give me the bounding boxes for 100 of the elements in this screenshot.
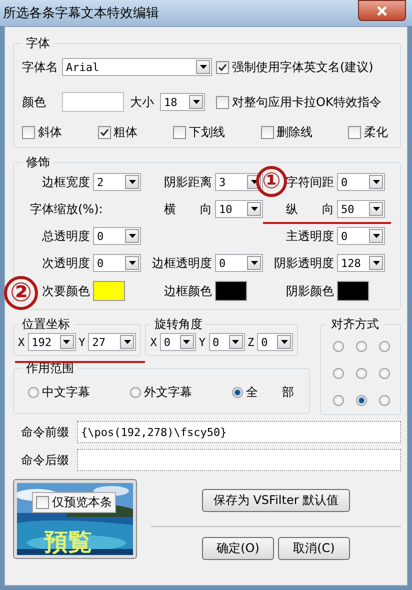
- annotation-number: ②: [4, 276, 38, 310]
- radio-button[interactable]: [28, 387, 39, 398]
- field-label: 边框透明度: [152, 254, 212, 272]
- field-label: 阴影距离: [164, 174, 212, 190]
- alignment-radio[interactable]: [356, 341, 367, 352]
- caret-icon: [125, 229, 139, 243]
- field-label: 命令前缀: [21, 424, 69, 440]
- checkbox-label: 粗体: [114, 124, 138, 141]
- group-title: 旋转角度: [153, 316, 204, 333]
- preview-caption: 預覧: [44, 527, 92, 558]
- field-label: 阴影透明度: [274, 254, 334, 272]
- dropdown[interactable]: 192: [28, 333, 76, 351]
- caret-icon: [125, 256, 139, 270]
- radio-button[interactable]: [232, 387, 243, 398]
- field-label: 次透明度: [42, 254, 90, 272]
- alignment-radio[interactable]: [379, 341, 390, 352]
- cancel-button[interactable]: 取消(C): [278, 537, 350, 560]
- field-label: 命令后缀: [21, 452, 69, 468]
- checkbox-label: 强制使用字体英文名(建议): [232, 58, 374, 76]
- alignment-radio[interactable]: [333, 395, 344, 406]
- dropdown[interactable]: 27: [88, 333, 136, 351]
- field-label: 边框宽度: [42, 174, 90, 190]
- radio-label: 中文字幕: [42, 384, 90, 401]
- dropdown[interactable]: 3: [215, 173, 263, 191]
- dropdown[interactable]: 2: [93, 173, 141, 191]
- close-icon: [376, 6, 388, 16]
- radio-button[interactable]: [130, 387, 141, 398]
- ok-button[interactable]: 确定(O): [202, 537, 274, 560]
- preview-button[interactable]: 仅预览本条 預覧: [13, 479, 137, 559]
- checkbox[interactable]: [216, 96, 229, 108]
- checkbox-label: 下划线: [189, 124, 225, 141]
- group-title: 字体: [25, 35, 51, 52]
- radio-label: 全 部: [246, 384, 294, 401]
- dropdown[interactable]: 0: [160, 333, 196, 351]
- checkbox[interactable]: [22, 126, 35, 139]
- field-label: 大小: [130, 94, 154, 110]
- checkbox-label: 删除线: [276, 124, 312, 141]
- checkbox-label: 仅预览本条: [52, 494, 112, 511]
- prefix-field[interactable]: {\pos(192,278)\fscy50}: [77, 421, 401, 443]
- dropdown[interactable]: 0: [93, 227, 141, 245]
- caret-icon: [180, 335, 194, 349]
- dropdown[interactable]: 128: [337, 254, 385, 272]
- color-swatch[interactable]: [337, 281, 369, 301]
- dropdown[interactable]: Arial: [62, 58, 212, 76]
- checkbox[interactable]: [173, 126, 186, 139]
- checkbox[interactable]: [260, 126, 274, 139]
- dropdown[interactable]: 0: [215, 254, 263, 272]
- caret-icon: [60, 335, 74, 349]
- field-label: 字体缩放(%):: [30, 200, 104, 218]
- checkbox[interactable]: [36, 496, 49, 509]
- dropdown[interactable]: 0: [337, 173, 385, 191]
- field-label: 字体名: [22, 58, 58, 76]
- alignment-radio[interactable]: [379, 368, 390, 379]
- radio-label: 外文字幕: [144, 384, 192, 401]
- caret-icon: [369, 229, 383, 243]
- save-default-button[interactable]: 保存为 VSFilter 默认值: [202, 489, 350, 512]
- annotation-number: ①: [256, 166, 287, 197]
- caret-icon: [228, 335, 242, 349]
- suffix-field[interactable]: [77, 449, 401, 471]
- alignment-radio[interactable]: [356, 368, 367, 379]
- axis-label: Y: [198, 336, 206, 348]
- field-label: 主透明度: [286, 228, 334, 244]
- group-title: 修饰: [25, 154, 51, 171]
- caret-icon: [120, 335, 134, 349]
- caret-icon: [247, 202, 261, 216]
- dropdown[interactable]: 0: [208, 333, 244, 351]
- dropdown[interactable]: 50: [337, 200, 385, 218]
- dropdown[interactable]: 18: [160, 93, 205, 111]
- group-title: 对齐方式: [330, 316, 380, 333]
- caret-icon: [247, 256, 261, 270]
- caret-icon: [369, 202, 383, 216]
- color-swatch[interactable]: [62, 92, 124, 112]
- caret-icon: [196, 60, 210, 74]
- alignment-radio[interactable]: [356, 395, 367, 406]
- field-label: 颜色: [22, 94, 47, 110]
- window-title: 所选各条字幕文本特效编辑: [3, 5, 159, 22]
- color-swatch[interactable]: [93, 281, 125, 301]
- group-title: 位置坐标: [21, 316, 71, 333]
- field-label: 纵 向: [286, 200, 334, 218]
- field-label: 横 向: [164, 200, 212, 218]
- alignment-radio[interactable]: [379, 395, 390, 406]
- field-label: 边框颜色: [164, 282, 212, 300]
- alignment-radio[interactable]: [333, 341, 344, 352]
- axis-label: X: [150, 336, 157, 348]
- axis-label: X: [18, 336, 25, 348]
- alignment-radio[interactable]: [333, 368, 344, 379]
- dropdown[interactable]: 0: [93, 254, 141, 272]
- axis-label: Z: [248, 336, 254, 348]
- color-swatch[interactable]: [215, 281, 247, 301]
- axis-label: Y: [78, 336, 86, 348]
- dropdown[interactable]: 0: [257, 333, 294, 351]
- field-label: 字符间距: [286, 174, 334, 190]
- dropdown[interactable]: 10: [215, 200, 263, 218]
- caret-icon: [125, 175, 139, 189]
- dropdown[interactable]: 0: [337, 227, 385, 245]
- checkbox[interactable]: [216, 60, 229, 74]
- checkbox[interactable]: [348, 126, 361, 139]
- caret-icon: [369, 256, 383, 270]
- close-button[interactable]: [358, 0, 406, 21]
- checkbox[interactable]: [98, 126, 110, 139]
